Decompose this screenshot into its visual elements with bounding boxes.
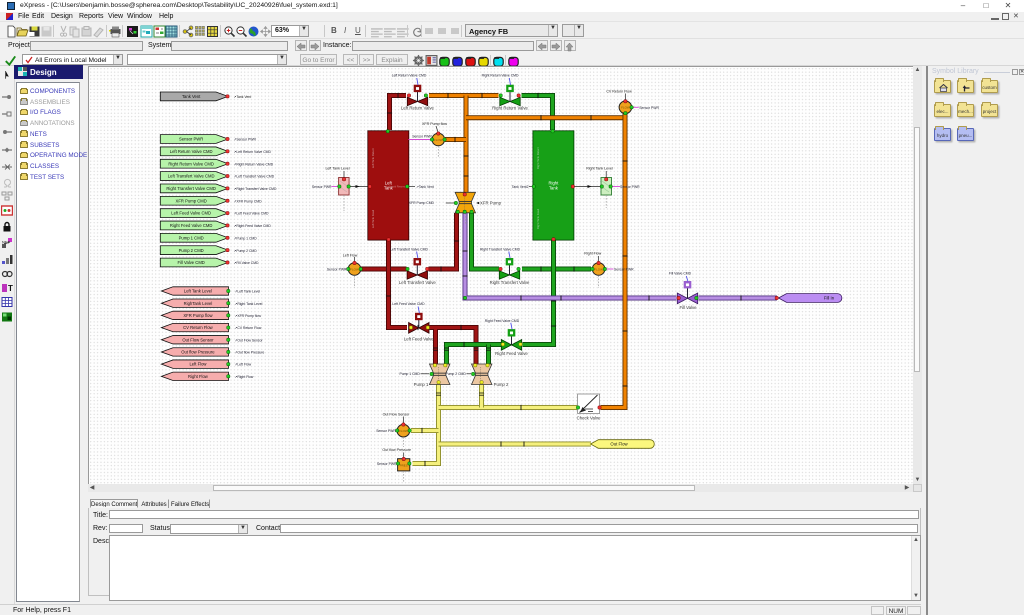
svg-text:Left Feed Valve CMD: Left Feed Valve CMD — [392, 302, 425, 306]
svg-text:Pump 1: Pump 1 — [414, 382, 429, 387]
svg-text:T: T — [8, 284, 13, 293]
svg-text:Left Feed Valve: Left Feed Valve — [404, 337, 434, 342]
svg-text:Left Flow: Left Flow — [343, 253, 358, 257]
svg-text:Left Tank Return: Left Tank Return — [371, 147, 375, 168]
svg-text:Left Return Valve CMD: Left Return Valve CMD — [170, 149, 213, 154]
svg-text:↗Left Feed Valve CMD: ↗Left Feed Valve CMD — [234, 212, 270, 216]
svg-text:CV Return Flow: CV Return Flow — [606, 90, 632, 94]
svg-text:↗XFR Pump flow: ↗XFR Pump flow — [235, 314, 262, 318]
svg-text:Out Flow Sensor: Out Flow Sensor — [383, 412, 411, 416]
svg-text:NET: NET — [2, 240, 11, 245]
svg-text:Pump 1 CMD: Pump 1 CMD — [399, 372, 420, 376]
svg-text:FLOW: FLOW — [434, 138, 443, 142]
svg-text:PRES: PRES — [400, 463, 408, 467]
svg-text:Right Flow: Right Flow — [188, 374, 209, 379]
svg-text:RighTank Level: RighTank Level — [184, 301, 213, 306]
svg-text:FLOW: FLOW — [621, 106, 630, 110]
svg-text:Sensor PWR: Sensor PWR — [179, 137, 203, 142]
svg-text:↗XFR Pump CMD: ↗XFR Pump CMD — [234, 199, 263, 203]
svg-text:↗Left Transfert Valve CMD: ↗Left Transfert Valve CMD — [234, 175, 275, 179]
svg-text:Right Return Valve CMD: Right Return Valve CMD — [482, 74, 519, 78]
svg-text:XFR Pump CMD: XFR Pump CMD — [176, 198, 207, 203]
svg-text:Left Return Valve CMD: Left Return Valve CMD — [392, 74, 427, 78]
svg-text:Right Transfert Valve CMD: Right Transfert Valve CMD — [480, 247, 521, 251]
svg-text:Left Return Valve: Left Return Valve — [401, 106, 434, 111]
svg-text:↗Right Flow: ↗Right Flow — [235, 375, 254, 379]
svg-text:Sensor PWR: Sensor PWR — [312, 185, 332, 189]
svg-text:Right Tank Feed: Right Tank Feed — [536, 208, 540, 229]
svg-text:XFR Pump flow: XFR Pump flow — [422, 122, 447, 126]
svg-text:Out Flow Sensor: Out Flow Sensor — [182, 337, 214, 342]
svg-text:Left tank Reservoir: Left tank Reservoir — [386, 184, 408, 188]
svg-text:Tank: Tank — [549, 186, 559, 191]
svg-text:↗Out flow Pressure: ↗Out flow Pressure — [235, 351, 265, 355]
svg-text:↗Left Return Valve CMD: ↗Left Return Valve CMD — [234, 150, 272, 154]
svg-text:Sensor PWR: Sensor PWR — [614, 268, 634, 272]
svg-text:Left Tank Level: Left Tank Level — [184, 289, 212, 294]
svg-text:↗Pump 2 CMD: ↗Pump 2 CMD — [234, 249, 258, 253]
svg-text:XFR Pump CMD: XFR Pump CMD — [409, 201, 435, 205]
svg-text:Right Transfert Valve: Right Transfert Valve — [490, 280, 530, 285]
svg-text:Right Tank Return: Right Tank Return — [536, 146, 540, 169]
svg-text:Sensor PWR: Sensor PWR — [639, 106, 659, 110]
svg-text:FLOW: FLOW — [350, 267, 359, 271]
svg-text:Sensor PWR: Sensor PWR — [376, 429, 396, 433]
svg-text:↗Right Tank Level: ↗Right Tank Level — [235, 302, 263, 306]
svg-text:CV Return Flow: CV Return Flow — [183, 325, 214, 330]
svg-text:↗Out Flow Sensor: ↗Out Flow Sensor — [235, 338, 264, 342]
svg-text:Left Transfert Valve CMD: Left Transfert Valve CMD — [168, 174, 215, 179]
svg-text:Left Feed Valve CMD: Left Feed Valve CMD — [171, 211, 211, 216]
svg-text:↗Tank Vent: ↗Tank Vent — [416, 185, 434, 189]
svg-text:Right Transfert Valve CMD: Right Transfert Valve CMD — [166, 186, 216, 191]
svg-text:Out Flow: Out Flow — [610, 442, 628, 447]
svg-text:Sensor PWR: Sensor PWR — [327, 268, 347, 272]
svg-text:Right Flow: Right Flow — [584, 252, 601, 256]
svg-text:FLOW: FLOW — [399, 429, 408, 433]
svg-text:Out flow Pressure: Out flow Pressure — [181, 350, 215, 355]
svg-text:Tank Vent: Tank Vent — [182, 94, 201, 99]
svg-text:Fill Valve CMD: Fill Valve CMD — [669, 272, 692, 276]
svg-text:↗Right Return Valve CMD: ↗Right Return Valve CMD — [234, 162, 274, 166]
svg-text:Sensor PWR: Sensor PWR — [412, 135, 432, 139]
svg-text:↗Sensor PWR: ↗Sensor PWR — [234, 138, 257, 142]
svg-text:Pump 2 CMD: Pump 2 CMD — [445, 372, 466, 376]
svg-text:↗Left Tank Level: ↗Left Tank Level — [235, 290, 261, 294]
svg-text:Pump 1 CMD: Pump 1 CMD — [179, 235, 204, 240]
svg-text:Pump 2: Pump 2 — [494, 382, 509, 387]
svg-text:Right Feed Valve CMD: Right Feed Valve CMD — [485, 319, 520, 323]
svg-text:Sensor PWR: Sensor PWR — [377, 462, 397, 466]
svg-text:FLOW: FLOW — [594, 267, 603, 271]
svg-text:XFR Pump: XFR Pump — [480, 200, 502, 205]
svg-text:↗CV Return Flow: ↗CV Return Flow — [235, 326, 262, 330]
svg-text:Sensor PWR: Sensor PWR — [620, 185, 640, 189]
svg-text:↗Fill Valve CMD: ↗Fill Valve CMD — [234, 261, 260, 265]
svg-text:Tank Vent2: Tank Vent2 — [512, 185, 529, 189]
svg-text:Left Transfert Valve: Left Transfert Valve — [399, 280, 437, 285]
svg-text:Left Flow: Left Flow — [189, 362, 207, 367]
svg-text:Left Tank Level: Left Tank Level — [325, 166, 349, 170]
svg-text:↗Right Transfert Valve CMD: ↗Right Transfert Valve CMD — [234, 187, 277, 191]
svg-text:Right Return Valve: Right Return Valve — [492, 106, 528, 111]
svg-text:Right Tank Level: Right Tank Level — [586, 166, 613, 170]
svg-text:↗Right Feed Valve CMD: ↗Right Feed Valve CMD — [234, 224, 272, 228]
svg-text:XFR Pump flow: XFR Pump flow — [183, 313, 213, 318]
svg-text:Right Return Valve CMD: Right Return Valve CMD — [168, 161, 214, 166]
svg-text:Out flow Pressure: Out flow Pressure — [382, 448, 411, 452]
svg-text:Check Valve: Check Valve — [577, 416, 601, 421]
svg-text:Right Feed Valve CMD: Right Feed Valve CMD — [170, 223, 213, 228]
svg-text:↗Pump 1 CMD: ↗Pump 1 CMD — [234, 236, 258, 240]
svg-text:Left Tank Feed: Left Tank Feed — [371, 209, 375, 228]
svg-text:Fill In: Fill In — [824, 296, 835, 301]
svg-text:Left Transfert Valve CMD: Left Transfert Valve CMD — [390, 247, 428, 251]
svg-text:Fill Valve CMD: Fill Valve CMD — [177, 260, 204, 265]
svg-text:Right Feed Valve: Right Feed Valve — [495, 351, 528, 356]
svg-text:Fill Valve: Fill Valve — [679, 305, 697, 310]
svg-text:↗Left Flow: ↗Left Flow — [235, 363, 252, 367]
svg-text:Pump 2 CMD: Pump 2 CMD — [179, 248, 204, 253]
svg-text:↗Tank Vent: ↗Tank Vent — [234, 95, 252, 99]
